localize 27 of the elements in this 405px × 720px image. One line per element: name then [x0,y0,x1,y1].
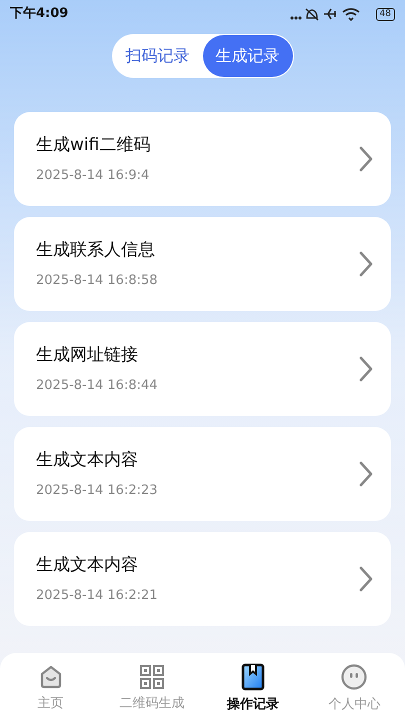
nav-tab[interactable]: 操作记录 [208,662,298,714]
record-card[interactable]: 生成文本内容 2025-8-14 16:2:21 [14,532,391,626]
bookmark-book-icon [240,662,266,691]
chevron-right-icon [359,356,373,382]
record-time: 2025-8-14 16:9:4 [36,167,150,185]
record-card[interactable]: 生成wifi二维码 2025-8-14 16:9:4 [14,112,391,206]
chevron-right-icon [359,566,373,592]
status-time: 下午4:09 [10,5,68,24]
record-time: 2025-8-14 16:8:58 [36,272,158,290]
chevron-right-icon [359,251,373,277]
chevron-right-icon [359,146,373,172]
battery-indicator: 48 [376,8,395,20]
record-title: 生成联系人信息 [36,238,156,262]
record-tab[interactable]: 生成记录 [202,35,292,77]
record-card[interactable]: 生成联系人信息 2025-8-14 16:8:58 [14,217,391,311]
record-title: 生成网址链接 [36,344,139,366]
record-time: 2025-8-14 16:2:21 [36,587,158,605]
record-card[interactable]: 生成网址链接 2025-8-14 16:8:44 [14,322,391,416]
record-title: 生成文本内容 [36,448,139,472]
record-time: 2025-8-14 16:8:44 [36,377,158,395]
smiley-face-icon [340,662,368,691]
record-card[interactable]: 生成文本内容 2025-8-14 16:2:23 [14,427,391,521]
record-title: 生成wifi二维码 [36,134,150,156]
record-title: 生成文本内容 [36,554,139,576]
record-time: 2025-8-14 16:2:23 [36,482,158,500]
grid-icon [138,664,165,690]
chevron-right-icon [359,461,373,487]
